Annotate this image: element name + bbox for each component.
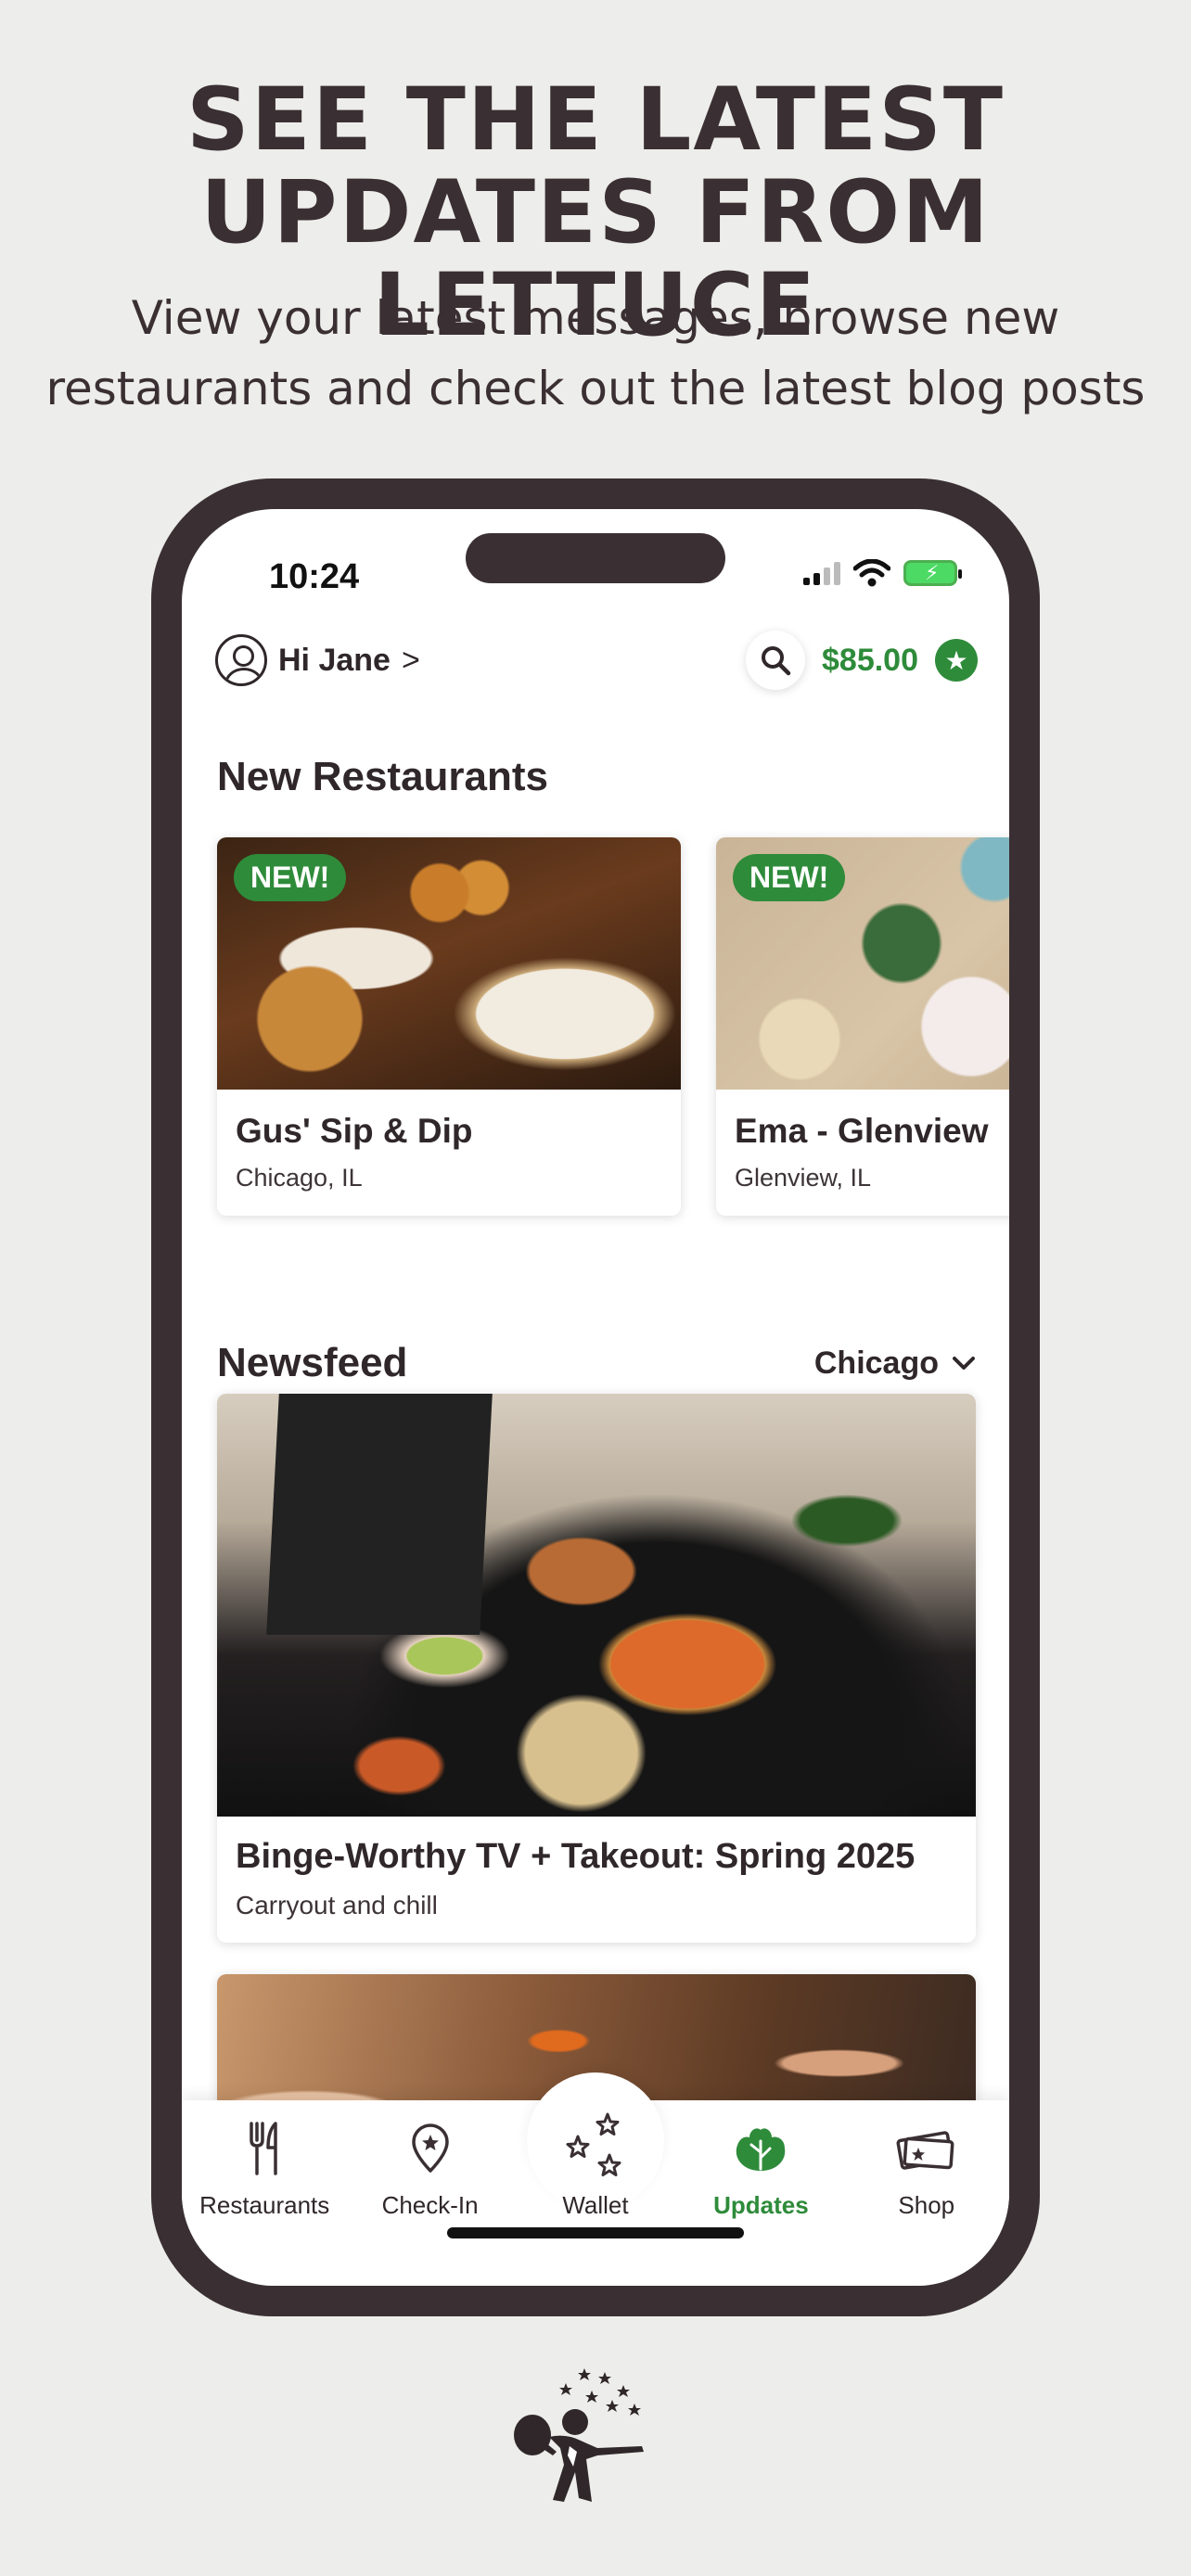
phone-frame: 10:24 ⚡ Hi Jane > $85.00 ★ New Restauran… bbox=[151, 478, 1040, 2316]
post-subtitle: Carryout and chill bbox=[236, 1891, 438, 1919]
post-title: Binge-Worthy TV + Takeout: Spring 2025 bbox=[236, 1837, 916, 1876]
app-screen: 10:24 ⚡ Hi Jane > $85.00 ★ New Restauran… bbox=[182, 509, 1009, 2286]
promo-headline-line1: SEE THE LATEST bbox=[186, 70, 1005, 171]
chevron-down-icon bbox=[953, 1357, 975, 1370]
stars-icon bbox=[566, 2112, 621, 2176]
search-icon bbox=[762, 646, 791, 676]
bottom-tab-bar: Restaurants Check-In Wallet Updates Shop bbox=[182, 2072, 1009, 2286]
battery-charging-icon: ⚡ bbox=[903, 560, 962, 586]
restaurant-carousel[interactable]: NEW! Gus' Sip & Dip Chicago, IL NEW! Ema… bbox=[217, 837, 1009, 1216]
user-icon bbox=[215, 634, 267, 686]
newsfeed-post[interactable]: Binge-Worthy TV + Takeout: Spring 2025 C… bbox=[217, 1394, 976, 1943]
profile-link[interactable]: Hi Jane > bbox=[215, 634, 420, 686]
tab-updates[interactable]: Updates bbox=[678, 2115, 843, 2220]
wifi-icon bbox=[853, 559, 890, 587]
app-header: Hi Jane > $85.00 ★ bbox=[215, 631, 978, 690]
location-pin-icon bbox=[411, 2123, 449, 2173]
lettuce-waiter-logo-icon bbox=[514, 2368, 644, 2502]
gift-card-icon bbox=[896, 2131, 954, 2170]
tab-label: Updates bbox=[713, 2191, 809, 2219]
restaurant-location: Chicago, IL bbox=[236, 1164, 363, 1192]
restaurant-photo: NEW! bbox=[217, 837, 681, 1090]
fork-knife-icon bbox=[250, 2122, 277, 2175]
new-badge: NEW! bbox=[234, 854, 347, 901]
restaurant-card[interactable]: NEW! Ema - Glenview Glenview, IL bbox=[716, 837, 1009, 1216]
star-icon[interactable]: ★ bbox=[935, 639, 978, 682]
tab-list: Restaurants Check-In Wallet Updates Shop bbox=[182, 2112, 1009, 2220]
restaurant-card[interactable]: NEW! Gus' Sip & Dip Chicago, IL bbox=[217, 837, 681, 1216]
tab-label: Restaurants bbox=[199, 2191, 330, 2219]
lettuce-icon bbox=[736, 2128, 786, 2171]
tab-wallet[interactable]: Wallet bbox=[513, 2112, 678, 2220]
takeout-bag-image bbox=[266, 1394, 493, 1635]
newsfeed-title: Newsfeed bbox=[217, 1340, 408, 1385]
search-button[interactable] bbox=[746, 631, 805, 690]
tab-restaurants[interactable]: Restaurants bbox=[182, 2115, 347, 2220]
tab-shop[interactable]: Shop bbox=[844, 2115, 1009, 2220]
promo-subhead: View your latest messages, browse new re… bbox=[0, 283, 1191, 424]
greeting-text: Hi Jane bbox=[278, 642, 391, 678]
status-icons: ⚡ bbox=[803, 559, 962, 587]
chevron-right-icon: > bbox=[401, 642, 420, 678]
home-indicator[interactable] bbox=[447, 2227, 744, 2238]
wallet-balance[interactable]: $85.00 bbox=[822, 643, 918, 679]
tab-label: Shop bbox=[898, 2191, 955, 2219]
tab-check-in[interactable]: Check-In bbox=[347, 2115, 512, 2220]
promo-subhead-line1: View your latest messages, browse new bbox=[131, 291, 1060, 345]
restaurant-location: Glenview, IL bbox=[735, 1164, 872, 1192]
new-restaurants-title: New Restaurants bbox=[217, 754, 549, 799]
dynamic-island bbox=[466, 533, 725, 583]
restaurant-photo: NEW! bbox=[716, 837, 1009, 1090]
newsfeed-header: Newsfeed Chicago bbox=[217, 1340, 976, 1386]
header-tools: $85.00 ★ bbox=[746, 631, 978, 690]
city-selector[interactable]: Chicago bbox=[814, 1345, 976, 1382]
tab-label: Wallet bbox=[562, 2191, 629, 2219]
promo-subhead-line2: restaurants and check out the latest blo… bbox=[45, 362, 1146, 415]
cellular-signal-icon bbox=[803, 561, 840, 585]
city-selector-label: Chicago bbox=[813, 1345, 939, 1381]
restaurant-name: Ema - Glenview bbox=[735, 1112, 989, 1150]
new-badge: NEW! bbox=[733, 854, 846, 901]
status-time: 10:24 bbox=[269, 557, 360, 596]
tab-label: Check-In bbox=[381, 2191, 479, 2219]
restaurant-name: Gus' Sip & Dip bbox=[236, 1112, 473, 1150]
post-photo bbox=[217, 1394, 976, 1817]
